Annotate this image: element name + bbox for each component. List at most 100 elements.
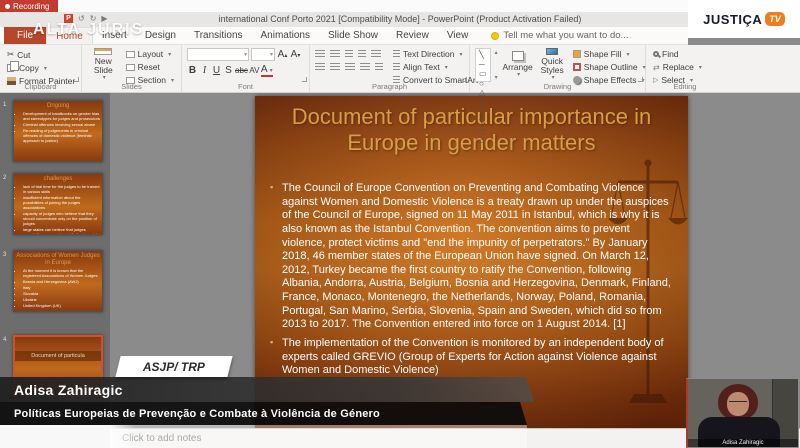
bullets-icon[interactable]	[315, 50, 325, 58]
shapes-row-2: ◇ ☆ ▽ ◻ ⌂	[479, 98, 487, 146]
quick-styles-button[interactable]: Quick Styles	[538, 48, 567, 82]
shapes-scroll-down-icon[interactable]: ▾	[495, 74, 498, 81]
thumbnail-title: Ongoing	[14, 103, 102, 110]
ribbon: ✂ Cut Copy Format Painter Clipboard New …	[0, 45, 800, 93]
drawing-group: ╲ ─ ▭ ○ △ ◇ ☆ ▽ ◻ ⌂ ▴ ▾ Arrange Quick St…	[470, 45, 646, 92]
find-button[interactable]: Find	[651, 48, 704, 60]
tab-transitions[interactable]: Transitions	[185, 27, 252, 44]
align-right-icon[interactable]	[345, 63, 355, 71]
new-slide-button[interactable]: New Slide	[87, 48, 120, 82]
thumbnail-bullet: Bosnia and Herzegovina (AWJ)	[23, 279, 100, 284]
tab-animations[interactable]: Animations	[252, 27, 319, 44]
strikethrough-button[interactable]: abc	[235, 66, 248, 75]
thumbnail-bullet: At the moment it is known that the regis…	[23, 268, 100, 278]
shape-outline-label: Shape Outline	[584, 62, 638, 72]
clipboard-group: ✂ Cut Copy Format Painter Clipboard	[0, 45, 82, 92]
thumbnail-number: 1	[3, 102, 6, 108]
thumbnail-slide-3[interactable]: Associations of Women Judges in Europe A…	[13, 250, 103, 312]
shape-outline-icon	[573, 63, 581, 71]
cut-icon: ✂	[7, 49, 14, 60]
tell-me-box[interactable]: Tell me what you want to do...	[491, 27, 628, 44]
replace-button[interactable]: ⇄ Replace	[651, 61, 704, 73]
layout-button[interactable]: Layout	[124, 48, 176, 60]
lower-third-tag-label: ASJP/ TRP	[143, 360, 205, 374]
font-dialog-launcher-icon[interactable]	[302, 77, 307, 82]
powerpoint-window: Recording international Conf Porto 2021 …	[0, 0, 800, 448]
columns-icon[interactable]	[375, 63, 383, 71]
justify-icon[interactable]	[360, 63, 370, 71]
thumbnail-bullet: Ukraine	[23, 297, 100, 302]
reset-button[interactable]: Reset	[124, 61, 176, 73]
shapes-scrollbar[interactable]: ▴ ▾	[495, 48, 498, 82]
new-slide-label: New Slide	[90, 57, 117, 76]
italic-button[interactable]: I	[199, 65, 210, 76]
cut-button[interactable]: ✂ Cut	[5, 48, 77, 61]
speaker-name: Adisa Zahiragic	[14, 382, 123, 398]
numbering-icon[interactable]	[330, 50, 340, 58]
bold-button[interactable]: B	[187, 65, 198, 76]
align-text-icon	[393, 63, 400, 71]
text-direction-icon	[393, 50, 400, 58]
tab-slide-show[interactable]: Slide Show	[319, 27, 387, 44]
text-shadow-button[interactable]: S	[223, 65, 234, 76]
paragraph-dialog-launcher-icon[interactable]	[462, 77, 467, 82]
slides-group-label: Slides	[82, 82, 181, 91]
replace-icon: ⇄	[653, 63, 660, 72]
thumbnail-slide-2[interactable]: challenges lack of trial time for the ju…	[13, 173, 103, 235]
speaker-face	[727, 392, 749, 416]
slide-title-textbox[interactable]: Document of particular importance in Eur…	[288, 104, 656, 156]
shapes-gallery[interactable]: ╲ ─ ▭ ○ △ ◇ ☆ ▽ ◻ ⌂	[475, 48, 491, 82]
quick-styles-icon	[546, 48, 558, 55]
shape-outline-button[interactable]: Shape Outline	[571, 61, 648, 73]
shapes-scroll-up-icon[interactable]: ▴	[495, 49, 498, 56]
line-spacing-icon[interactable]	[371, 50, 381, 58]
tab-view[interactable]: View	[438, 27, 478, 44]
align-center-icon[interactable]	[330, 63, 340, 71]
recording-indicator: Recording	[0, 0, 58, 12]
tv-logo-badge: TV	[765, 12, 785, 26]
thumbnail-bullet: lack of trial time for the judges to be …	[23, 184, 100, 194]
thumbnail-number: 3	[3, 252, 6, 258]
thumbnail-bullet: Italy	[23, 285, 100, 290]
thumbnail-bullet: United Kingdom (UK)	[23, 303, 100, 308]
thumbnail-bullet: Re-reading of judgements in criminal off…	[23, 128, 100, 143]
grow-font-button[interactable]: A▴	[277, 49, 288, 60]
thumbnail-slide-1[interactable]: Ongoing Development of handbooks on gend…	[13, 100, 103, 162]
clipboard-group-label: Clipboard	[0, 82, 81, 91]
slide-body-textbox[interactable]: The Council of Europe Convention on Prev…	[269, 182, 671, 383]
shape-fill-button[interactable]: Shape Fill	[571, 48, 648, 60]
slide-bullet-1: The Council of Europe Convention on Prev…	[269, 182, 671, 332]
increase-indent-icon[interactable]	[358, 50, 366, 58]
webcam-feed: Adisa Zahiragic	[686, 378, 799, 448]
recording-label: Recording	[13, 2, 49, 11]
drawing-dialog-launcher-icon[interactable]	[638, 77, 643, 82]
arrange-icon	[512, 51, 524, 61]
replace-label: Replace	[663, 62, 694, 72]
font-size-combo[interactable]	[251, 48, 275, 61]
font-name-combo[interactable]	[187, 48, 249, 61]
align-left-icon[interactable]	[315, 63, 325, 71]
clipboard-dialog-launcher-icon[interactable]	[74, 77, 79, 82]
thumbnail-bullet: Criminal offences involving sexual abuse	[23, 122, 100, 127]
editing-group-label: Editing	[646, 82, 724, 91]
thumbnail-bullet: Slovakia	[23, 291, 100, 296]
thumbnail-bullet: insufficient information about the possi…	[23, 195, 100, 210]
tab-review[interactable]: Review	[387, 27, 438, 44]
shape-fill-label: Shape Fill	[584, 49, 622, 59]
slide-bullet-2: The implementation of the Convention is …	[269, 337, 671, 378]
character-spacing-button[interactable]: AV	[249, 66, 260, 75]
arrange-button[interactable]: Arrange	[502, 48, 534, 82]
thumbnail-bullet: large states can believe that judges ass…	[23, 227, 100, 235]
layout-icon	[126, 51, 135, 58]
reset-icon	[126, 64, 135, 71]
editing-group: Find ⇄ Replace ▷ Select Editing	[646, 45, 724, 92]
copy-button[interactable]: Copy	[5, 62, 77, 74]
decrease-indent-icon[interactable]	[345, 50, 353, 58]
paragraph-group: Text Direction Align Text Convert to Sma…	[310, 45, 470, 92]
shrink-font-button[interactable]: A▾	[290, 49, 301, 60]
thumbnail-number: 4	[3, 337, 6, 343]
justica-logo-text: JUSTIÇA	[703, 12, 762, 27]
underline-button[interactable]: U	[211, 65, 222, 76]
font-color-button[interactable]: A	[261, 64, 273, 77]
recording-dot-icon	[5, 4, 10, 9]
